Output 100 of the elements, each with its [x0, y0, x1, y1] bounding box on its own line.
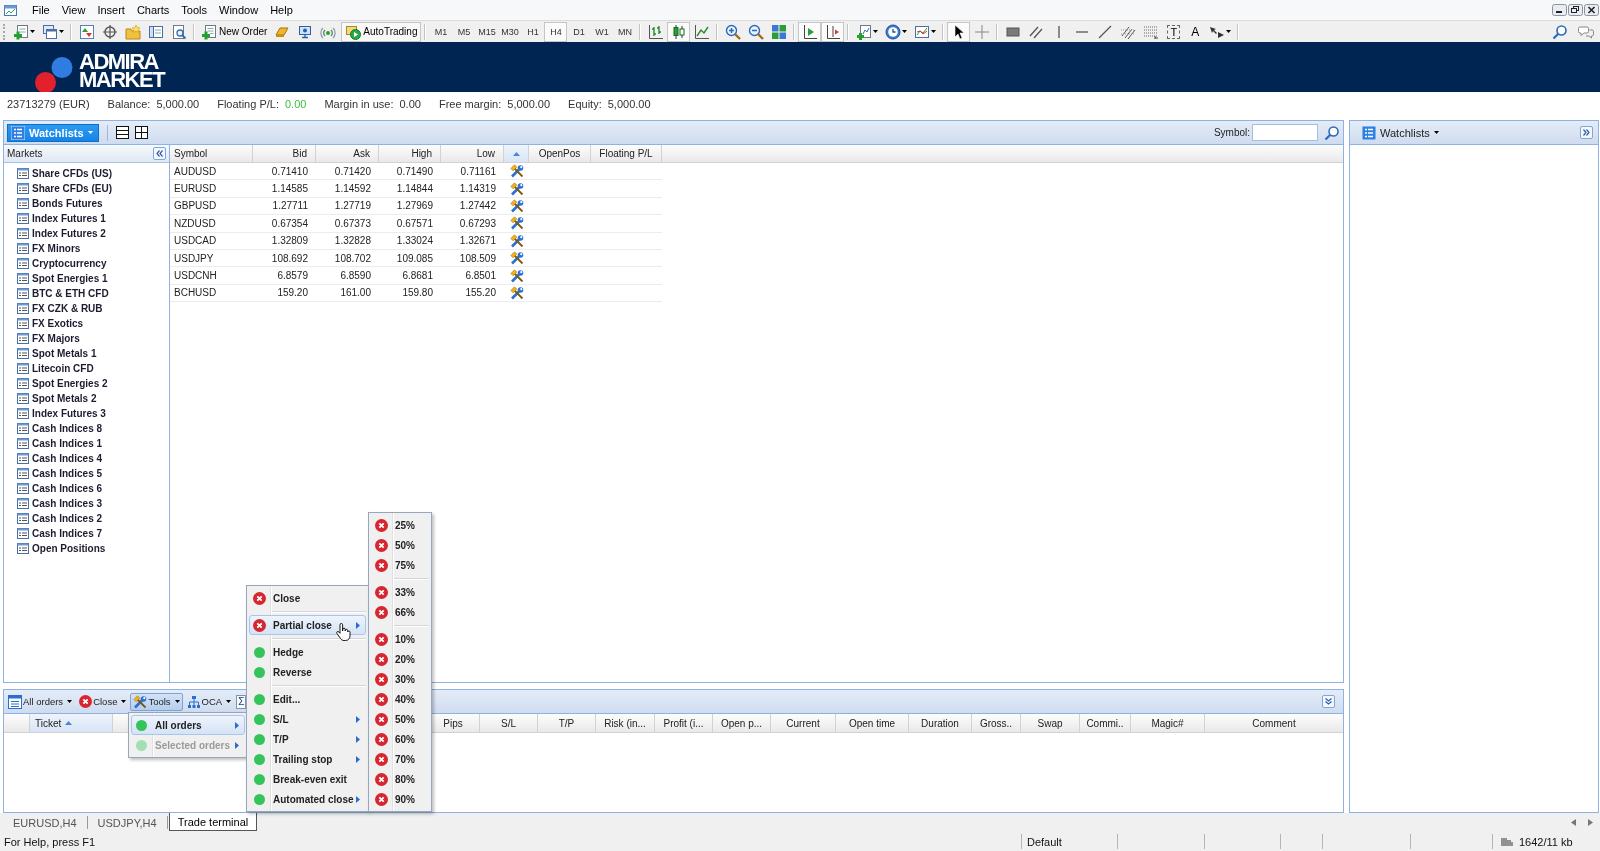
menu-item[interactable]: S/L	[249, 709, 366, 729]
symbol-input[interactable]	[1252, 124, 1318, 141]
close-menu-button[interactable]: Close	[76, 692, 130, 711]
menu-item[interactable]: 25%	[371, 515, 429, 535]
cursor-arrow-button[interactable]	[947, 21, 971, 42]
column-header[interactable]: Ticket	[30, 714, 113, 732]
expand-icon[interactable]	[1580, 126, 1593, 139]
menu-item[interactable]: T/P	[249, 729, 366, 749]
market-list-item[interactable]: Index Futures 2	[4, 226, 106, 241]
timeframe-button[interactable]: D1	[567, 21, 591, 42]
market-list-item[interactable]: Cryptocurrency	[4, 256, 107, 271]
column-header[interactable]: Ask	[316, 145, 379, 162]
market-list-item[interactable]: Spot Energies 1	[4, 271, 108, 286]
market-list-item[interactable]: Cash Indices 6	[4, 481, 103, 496]
market-list-item[interactable]: Cash Indices 2	[4, 511, 103, 526]
timeframe-button[interactable]: MN	[613, 21, 637, 42]
axis-marker-button[interactable]	[821, 21, 845, 42]
column-header[interactable]: Symbol	[170, 145, 253, 162]
tools-icon[interactable]	[509, 285, 524, 300]
document-plus-icon[interactable]	[855, 23, 872, 40]
document-magnifier-icon[interactable]	[170, 23, 187, 40]
menu-item[interactable]: 90%	[371, 789, 429, 809]
caret-icon[interactable]	[901, 30, 907, 33]
new-chart-icon[interactable]	[12, 23, 29, 40]
column-header[interactable]: High	[379, 145, 441, 162]
close-icon[interactable]	[1584, 4, 1599, 16]
caret-icon[interactable]	[930, 30, 936, 33]
menu-item[interactable]: Hedge	[249, 642, 366, 662]
tools-icon[interactable]	[509, 268, 524, 283]
market-list-item[interactable]: Share CFDs (US)	[4, 166, 112, 181]
timeframe-button[interactable]: H1	[521, 21, 545, 42]
menu-item[interactable]: 10%	[371, 629, 429, 649]
caret-icon[interactable]	[58, 30, 64, 33]
tools-icon[interactable]	[509, 181, 524, 196]
oca-menu-button[interactable]: OCA	[183, 692, 235, 711]
menu-item[interactable]: 33%	[371, 582, 429, 602]
trend-line-icon[interactable]	[1096, 23, 1113, 40]
market-list-item[interactable]: BTC & ETH CFD	[4, 286, 109, 301]
menu-item[interactable]: 20%	[371, 649, 429, 669]
market-list-item[interactable]: Cash Indices 4	[4, 451, 103, 466]
clock-icon[interactable]	[884, 23, 901, 40]
grid-view-icon[interactable]	[134, 126, 148, 139]
menu-item[interactable]: 70%	[371, 749, 429, 769]
market-list-item[interactable]: Spot Metals 1	[4, 346, 97, 361]
zoom-in-icon[interactable]	[724, 23, 741, 40]
expand-down-icon[interactable]	[1322, 695, 1335, 708]
market-list-item[interactable]: Spot Metals 2	[4, 391, 97, 406]
menu-item[interactable]: Automated close	[249, 789, 366, 809]
caret-icon[interactable]	[1225, 30, 1231, 33]
zoom-out-icon[interactable]	[747, 23, 764, 40]
search-icon[interactable]	[1324, 124, 1340, 141]
column-header[interactable]: Duration	[909, 714, 972, 732]
menu-item[interactable]: 75%	[371, 555, 429, 575]
column-header[interactable]: Risk (in...	[596, 714, 655, 732]
column-header[interactable]: Commi..	[1080, 714, 1131, 732]
column-header[interactable]: Swap	[1021, 714, 1080, 732]
timeframe-button[interactable]: M15	[475, 21, 499, 42]
menu-item[interactable]: Charts	[130, 2, 176, 18]
tools-icon[interactable]	[509, 251, 524, 266]
market-list-item[interactable]: FX CZK & RUB	[4, 301, 103, 316]
menu-item[interactable]: All orders	[131, 715, 245, 735]
chart-window-icon[interactable]	[913, 23, 930, 40]
tools-menu-button[interactable]: Tools	[130, 692, 183, 711]
market-list-item[interactable]: Cash Indices 3	[4, 496, 103, 511]
timeframe-button[interactable]: M1	[429, 21, 453, 42]
market-list-item[interactable]: FX Exotics	[4, 316, 84, 331]
market-list-item[interactable]: Cash Indices 1	[4, 436, 103, 451]
timeframe-button[interactable]: W1	[590, 21, 614, 42]
scroll-right-icon[interactable]	[1588, 819, 1593, 826]
label-tool-button[interactable]: A	[1185, 24, 1206, 39]
menu-item[interactable]: Trailing stop	[249, 749, 366, 769]
dotted-levels-icon[interactable]	[1142, 23, 1159, 40]
market-list-item[interactable]: FX Majors	[4, 331, 80, 346]
tools-icon[interactable]	[509, 164, 524, 179]
tools-icon[interactable]	[509, 198, 524, 213]
collapse-icon[interactable]	[153, 147, 166, 160]
tab[interactable]: Trade terminal	[168, 813, 258, 831]
market-list-item[interactable]: Spot Energies 2	[4, 376, 108, 391]
market-list-item[interactable]: Cash Indices 5	[4, 466, 103, 481]
tools-icon[interactable]	[509, 233, 524, 248]
search-icon[interactable]	[1552, 23, 1568, 40]
menu-item[interactable]: Help	[264, 2, 299, 18]
tab[interactable]: USDJPY,H4	[87, 816, 168, 829]
menu-item[interactable]: Tools	[175, 2, 213, 18]
new-order-button[interactable]: New Order	[198, 21, 271, 42]
menu-item[interactable]: Window	[213, 2, 265, 18]
folder-star-icon[interactable]	[124, 23, 141, 40]
market-list-item[interactable]: Bonds Futures	[4, 196, 103, 211]
column-header[interactable]: Open time	[836, 714, 909, 732]
crosshair-circle-icon[interactable]	[101, 23, 118, 40]
menu-item[interactable]: Reverse	[249, 662, 366, 682]
menu-item[interactable]: Edit...	[249, 689, 366, 709]
menu-item[interactable]: 66%	[371, 602, 429, 622]
menu-item[interactable]: 50%	[371, 535, 429, 555]
restore-icon[interactable]	[1568, 4, 1583, 16]
market-list-item[interactable]: Litecoin CFD	[4, 361, 94, 376]
window-panel-icon[interactable]	[147, 23, 164, 40]
menu-item[interactable]: View	[55, 2, 92, 18]
autotrading-button[interactable]: AutoTrading	[341, 21, 422, 42]
column-header[interactable]	[504, 145, 529, 162]
